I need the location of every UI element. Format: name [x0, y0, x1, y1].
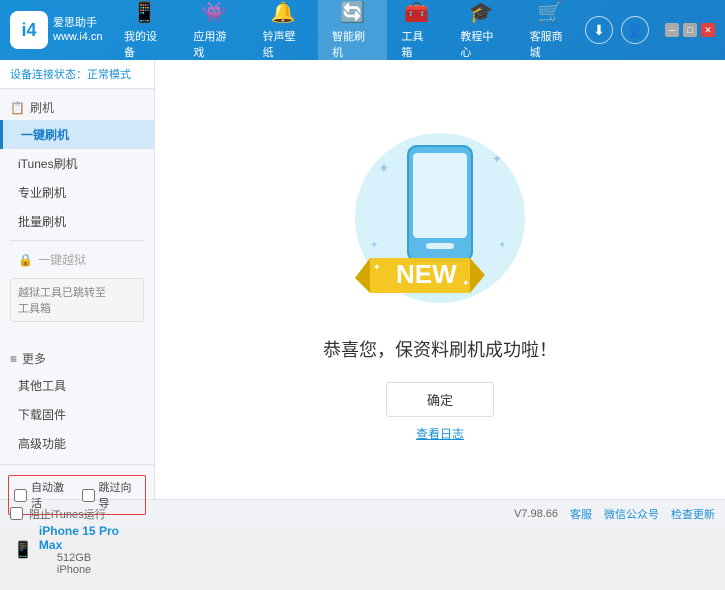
device-phone-icon: 📱 [13, 540, 33, 560]
sidebar-bottom: 自动激活 跳过向导 📱 iPhone 15 Pro Max 512GB iPho… [0, 464, 154, 590]
main-layout: 设备连接状态：正常模式 📋 刷机 一键刷机 iTunes刷机 专业刷机 批量刷机… [0, 60, 725, 499]
svg-text:✦: ✦ [370, 240, 378, 251]
sidebar-item-pro-flash[interactable]: 专业刷机 [0, 178, 154, 207]
more-section: ≡ 更多 其他工具 下载固件 高级功能 [0, 340, 154, 464]
sidebar-bottom-controls: 自动激活 跳过向导 📱 iPhone 15 Pro Max 512GB iPho… [0, 470, 154, 585]
logo-text: 爱思助手 www.i4.cn [53, 16, 103, 45]
nav-item-my-device[interactable]: 📱 我的设备 [110, 0, 179, 66]
close-btn[interactable]: ✕ [701, 23, 715, 37]
nav-item-ringtones[interactable]: 🔔 铃声壁纸 [249, 0, 318, 66]
svg-text:✦: ✦ [492, 152, 502, 166]
success-illustration: ✦ ✦ ✦ ✦ NEW ✦ ✦ [340, 118, 540, 318]
svg-text:NEW: NEW [396, 259, 457, 289]
content-area: ✦ ✦ ✦ ✦ NEW ✦ ✦ 恭喜您，保资料刷机成功啦！ 确定 查看日志 [155, 60, 725, 499]
graduation-icon: 🎓 [469, 0, 494, 25]
skip-guide-checkbox[interactable] [82, 489, 95, 502]
bell-icon: 🔔 [271, 0, 296, 25]
more-icon: ≡ [10, 352, 17, 366]
logo-icon: i4 [10, 11, 48, 49]
minimize-btn[interactable]: ─ [665, 23, 679, 37]
refresh-icon: 🔄 [340, 0, 365, 25]
success-text: 恭喜您，保资料刷机成功啦！ [323, 336, 557, 362]
nav-bar: 📱 我的设备 👾 应用游戏 🔔 铃声壁纸 🔄 智能刷机 🧰 工具箱 🎓 教程中心… [110, 0, 585, 66]
confirm-button[interactable]: 确定 [386, 382, 494, 417]
device-type: iPhone [39, 564, 141, 576]
device-storage: 512GB [39, 552, 141, 564]
device-row: 📱 iPhone 15 Pro Max 512GB iPhone [8, 520, 146, 580]
logo-area: i4 爱思助手 www.i4.cn [10, 11, 110, 49]
sidebar-item-itunes-flash[interactable]: iTunes刷机 [0, 149, 154, 178]
nav-item-smart-flash[interactable]: 🔄 智能刷机 [318, 0, 387, 66]
block-itunes-checkbox[interactable] [10, 507, 23, 520]
sidebar: 设备连接状态：正常模式 📋 刷机 一键刷机 iTunes刷机 专业刷机 批量刷机… [0, 60, 155, 499]
auto-activate-checkbox[interactable] [14, 489, 27, 502]
sidebar-item-advanced[interactable]: 高级功能 [0, 429, 154, 458]
flash-section-header: 📋 刷机 [0, 95, 154, 120]
bottom-right: V7.98.66 客服 微信公众号 检查更新 [514, 506, 715, 522]
nav-item-service[interactable]: 🛒 客服商城 [516, 0, 585, 66]
device-name: iPhone 15 Pro Max [39, 524, 141, 552]
user-btn[interactable]: 👤 [621, 16, 649, 44]
shop-icon: 🛒 [538, 0, 563, 25]
log-link[interactable]: 查看日志 [416, 425, 464, 442]
more-section-header: ≡ 更多 [0, 346, 154, 371]
header: i4 爱思助手 www.i4.cn 📱 我的设备 👾 应用游戏 🔔 铃声壁纸 🔄… [0, 0, 725, 60]
nav-item-tutorial[interactable]: 🎓 教程中心 [446, 0, 515, 66]
flash-section: 📋 刷机 一键刷机 iTunes刷机 专业刷机 批量刷机 🔒 一键越狱 越狱工具 [0, 89, 154, 332]
maximize-btn[interactable]: □ [683, 23, 697, 37]
nav-item-apps[interactable]: 👾 应用游戏 [179, 0, 248, 66]
bottom-left: 阻止iTunes运行 [10, 506, 106, 522]
game-icon: 👾 [202, 0, 227, 25]
flash-icon: 📋 [10, 101, 25, 115]
download-btn[interactable]: ⬇ [585, 16, 613, 44]
success-svg: ✦ ✦ ✦ ✦ NEW ✦ ✦ [340, 118, 540, 318]
sidebar-item-other-tools[interactable]: 其他工具 [0, 371, 154, 400]
lock-icon: 🔒 [18, 253, 33, 267]
svg-text:✦: ✦ [462, 278, 470, 288]
sidebar-item-download-firmware[interactable]: 下载固件 [0, 400, 154, 429]
window-controls: ─ □ ✕ [665, 23, 715, 37]
sidebar-divider-1 [10, 240, 144, 241]
sidebar-item-one-key-recovery: 🔒 一键越狱 [0, 245, 154, 274]
sidebar-item-one-key-flash[interactable]: 一键刷机 [0, 120, 154, 149]
status-bar: 设备连接状态：正常模式 [0, 60, 154, 89]
phone-icon: 📱 [132, 0, 157, 25]
sidebar-warning: 越狱工具已跳转至 工具箱 [10, 278, 144, 322]
svg-text:✦: ✦ [498, 240, 506, 251]
svg-text:✦: ✦ [378, 160, 390, 176]
nav-item-toolbox[interactable]: 🧰 工具箱 [387, 0, 446, 66]
sidebar-item-batch-flash[interactable]: 批量刷机 [0, 207, 154, 236]
header-right: ⬇ 👤 ─ □ ✕ [585, 16, 715, 44]
svg-text:✦: ✦ [373, 262, 381, 272]
toolbox-icon: 🧰 [404, 0, 429, 25]
